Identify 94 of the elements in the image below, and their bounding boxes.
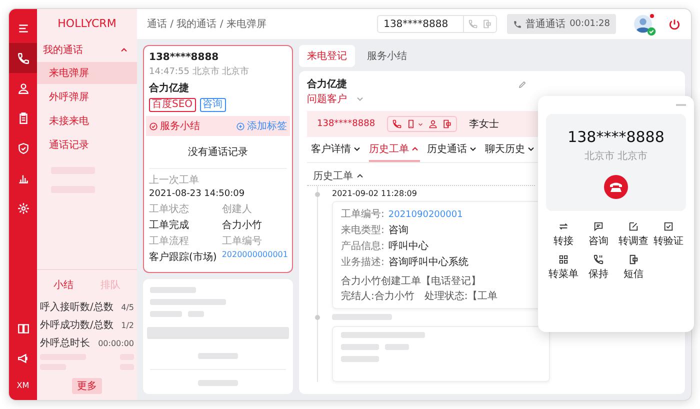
field-value: 客户跟踪(市场) [149,250,217,264]
stat-value: 4/5 [121,302,134,312]
call-action-button[interactable]: 短信 [616,254,651,281]
clipboard-icon [16,112,30,124]
field-label: 来电类型: [341,224,384,237]
customer-level: 问题客户 [307,92,347,106]
chat-icon [593,221,604,232]
caller-location: 北京市 北京市 [584,150,648,163]
tab[interactable]: 客户详情 [311,137,362,162]
field-label: 工单状态 [149,202,190,216]
company-name: 合力亿捷 [149,82,190,95]
field-label: 工单编号: [341,208,384,221]
menu-icon [16,22,30,34]
field-label: 创建人 [222,202,253,216]
person-icon[interactable] [428,119,438,129]
tab[interactable]: 聊天历史 [485,137,536,162]
field-label: 工单流程 [149,234,190,248]
book-icon [16,322,30,334]
field-value: 咨询 [388,224,408,237]
edit-icon[interactable] [518,80,527,88]
phone-icon [16,52,30,64]
order-link[interactable]: 2021090200001 [388,210,463,220]
menu-item[interactable]: 未接来电 [37,110,137,132]
menu-item[interactable]: 通话记录 [37,134,137,156]
caller-number: 138****8888 [149,52,220,63]
call-type: 普通通话 [526,18,566,31]
settings-icon [16,202,30,214]
customer-phone: 138****8888 [317,119,376,129]
hang-up-button[interactable] [604,175,628,199]
menu-item[interactable]: 外呼弹屏 [37,86,137,108]
shield-icon [16,142,30,154]
summary-tab[interactable]: 小结 [52,274,76,294]
call-action-button[interactable]: 转菜单 [546,254,581,281]
logo: HOLLYCRM [56,16,118,32]
arrows-icon [558,221,569,232]
call-action-button[interactable]: 咨询 [581,221,616,248]
tag: 百度SEO [149,98,196,112]
call-action-button[interactable]: 转调查 [616,221,651,248]
power-icon[interactable] [668,18,681,30]
tab[interactable]: 服务小结 [359,45,415,67]
field-value: 合力小竹 [222,218,263,232]
field-label: 工单编号 [222,234,263,248]
call-duration: 00:01:28 [570,19,610,29]
field-value: 工单完成 [149,218,190,232]
phone-icon [593,254,604,265]
order-link[interactable]: 2020000000001 [222,250,288,264]
caller-number: 138****8888 [568,128,664,146]
order-meta: 完结人:合力小竹 [341,290,414,303]
more-button[interactable]: 更多 [72,378,102,394]
call-time-location: 14:47:55 北京市 北京市 [149,66,250,78]
grid-icon [558,254,569,265]
caret-icon[interactable] [417,120,424,128]
field-value: 呼叫中心 [388,240,428,253]
section-label: 上一次工单 [149,174,200,187]
order-meta: 处理状态:【工单 [424,290,498,303]
tab[interactable]: 历史工单 [369,137,420,162]
call-action-button[interactable]: 转接 [546,221,581,248]
stat-label: 呼入接听数/总数 [40,300,114,314]
phone-icon[interactable] [392,119,402,129]
stat-value: 00:00:00 [98,338,134,348]
mobile-icon[interactable] [406,119,416,129]
message-icon[interactable] [442,119,452,129]
dial-field[interactable]: 138****8888 [376,15,463,33]
telephone-icon [512,20,522,28]
breadcrumb[interactable]: 通话 / 我的通话 / 来电弹屏 [147,17,266,31]
user-initials: XM [16,381,30,390]
menu-item[interactable]: 来电弹屏 [37,62,137,84]
call-action-button[interactable]: 保持 [581,254,616,281]
stat-label: 外呼总时长 [40,336,90,350]
avatar[interactable] [634,15,652,33]
tab[interactable]: 来电登记 [299,45,355,67]
field-value: 咨询呼叫中心系统 [388,256,468,269]
summary-link[interactable]: 服务小结 [149,119,200,133]
tab[interactable]: 历史通话 [427,137,478,162]
call-action-button[interactable]: 转验证 [651,221,686,248]
field-label: 产品信息: [341,240,384,253]
add-icon [236,122,245,130]
order-meta: 合力小竹创建工单【电话登记】 [341,274,481,288]
empty-message: 没有通话记录 [149,136,287,169]
person-icon [16,82,30,94]
menu-group[interactable]: 我的通话 [37,39,137,61]
edit-icon [628,221,639,232]
entry-time: 2021-09-02 11:28:09 [332,189,418,198]
megaphone-icon [16,352,30,364]
customer-name: 合力亿捷 [307,78,347,91]
message-icon [628,254,639,265]
tag: 咨询 [200,98,226,112]
stat-value: 1/2 [121,320,134,330]
stat-label: 外呼成功数/总数 [40,318,114,332]
section-toggle[interactable]: 历史工单 [307,167,535,186]
field-label: 业务描述: [341,256,384,269]
contact-name: 李女士 [469,118,500,131]
order-time: 2021-08-23 14:50:09 [149,189,246,199]
placeholder-bar [332,314,392,320]
